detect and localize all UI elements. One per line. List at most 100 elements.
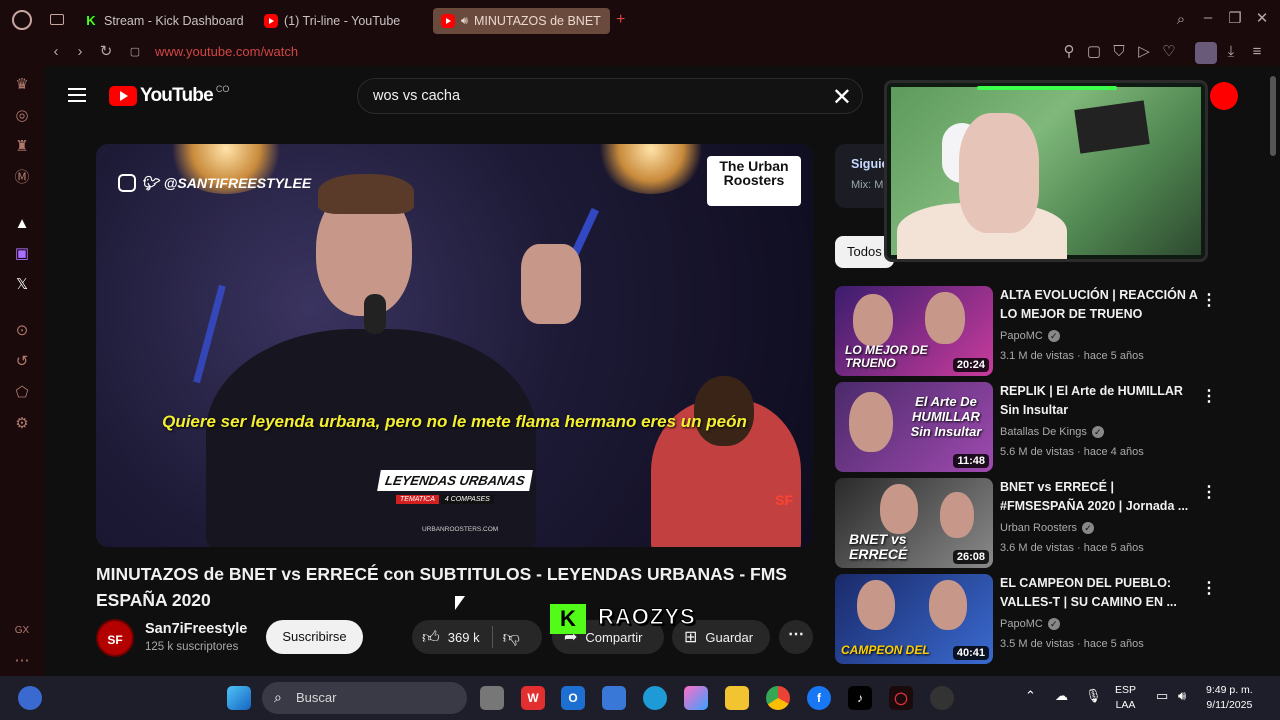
- copilot-icon[interactable]: [684, 686, 708, 710]
- send-icon[interactable]: ▷: [1135, 44, 1153, 60]
- search-tabs-icon[interactable]: ⌕: [1172, 12, 1190, 28]
- clock[interactable]: 9:49 p. m. 9/11/2025: [1206, 683, 1253, 713]
- obs-icon[interactable]: [930, 686, 954, 710]
- microphone: [364, 294, 386, 334]
- thumbnail[interactable]: BNET vs ERRECÉ 26:08: [835, 478, 993, 568]
- recommendation-item[interactable]: BNET vs ERRECÉ 26:08 BNET vs ERRECÉ | #F…: [835, 478, 1225, 568]
- new-tab-button[interactable]: +: [616, 11, 625, 29]
- outlook-icon[interactable]: O: [561, 686, 585, 710]
- language-indicator[interactable]: ESP LAA: [1115, 683, 1136, 713]
- heart-icon[interactable]: ♡: [1160, 44, 1178, 60]
- download-icon[interactable]: ⤓: [1222, 44, 1240, 60]
- back-icon[interactable]: ‹: [47, 44, 65, 60]
- video-player[interactable]: 🐦︎ @SANTIFREESTYLEE The Urban Roosters Q…: [96, 144, 813, 547]
- chrome-icon[interactable]: [766, 686, 790, 710]
- opera-logo-icon[interactable]: [12, 10, 32, 30]
- recommendation-channel[interactable]: PapoMC ✓: [1000, 618, 1060, 630]
- gx-icon[interactable]: GX: [13, 622, 31, 640]
- shield-icon[interactable]: ⛉: [1110, 44, 1128, 60]
- recommendation-channel[interactable]: Batallas De Kings ✓: [1000, 426, 1104, 438]
- youtube-logo[interactable]: YouTube CO: [109, 84, 229, 107]
- more-actions-button[interactable]: ⋯: [779, 620, 813, 654]
- thumbnail[interactable]: El Arte De HUMILLAR Sin Insultar 11:48: [835, 382, 993, 472]
- tray-chevron-icon[interactable]: ⌃: [1025, 688, 1036, 703]
- more-icon[interactable]: ⋯: [13, 652, 31, 670]
- recommendation-item[interactable]: CAMPEON DEL 40:41 EL CAMPEON DEL PUEBLO:…: [835, 574, 1225, 664]
- webcam-overlay: [884, 80, 1208, 262]
- file-explorer-icon[interactable]: [725, 686, 749, 710]
- save-icon: ⊞: [684, 629, 698, 646]
- start-icon[interactable]: [227, 686, 251, 710]
- kebab-menu-icon[interactable]: ⋮: [1201, 482, 1217, 502]
- tab-label: (1) Tri-line - YouTube: [284, 14, 401, 28]
- search-input[interactable]: wos vs cacha: [373, 88, 460, 104]
- maximize-icon[interactable]: ❐: [1226, 11, 1244, 27]
- duration-badge: 20:24: [952, 358, 989, 372]
- recommendation-item[interactable]: El Arte De HUMILLAR Sin Insultar 11:48 R…: [835, 382, 1225, 472]
- x-twitter-icon[interactable]: 𝕏: [13, 276, 31, 294]
- task-view-icon[interactable]: [480, 686, 504, 710]
- dislike-button[interactable]: 👎︎: [493, 627, 520, 648]
- taskbar-search[interactable]: ⌕ Buscar: [262, 682, 467, 714]
- tab-youtube-triline[interactable]: (1) Tri-line - YouTube: [256, 8, 426, 34]
- menu-icon[interactable]: ≡: [1248, 44, 1266, 60]
- cloud-icon[interactable]: ☁: [1055, 688, 1068, 703]
- recommendation-title[interactable]: REPLIK | El Arte de HUMILLAR Sin Insulta…: [1000, 382, 1200, 420]
- volume-icon[interactable]: 🔊︎: [1178, 688, 1186, 703]
- recommendation-channel[interactable]: Urban Roosters ✓: [1000, 522, 1095, 534]
- like-button[interactable]: 👍︎ 369 k: [412, 627, 480, 648]
- minimize-icon[interactable]: –: [1199, 10, 1217, 26]
- speaker-icon[interactable]: 🔊︎: [461, 15, 468, 28]
- extensions-icon[interactable]: ⬠: [13, 384, 31, 402]
- mic-icon[interactable]: 🎙︎: [1085, 688, 1102, 703]
- thumbnail[interactable]: CAMPEON DEL 40:41: [835, 574, 993, 664]
- tiktok-icon[interactable]: ♪: [848, 686, 872, 710]
- twitch-icon[interactable]: ▣: [13, 245, 31, 263]
- recommendation-meta: 3.6 M de vistas · hace 5 años: [1000, 542, 1144, 554]
- trophy-icon[interactable]: ♜: [13, 138, 31, 156]
- opera-gx-icon[interactable]: ◯: [889, 686, 913, 710]
- network-icon[interactable]: ▭: [1156, 688, 1168, 703]
- recommendation-title[interactable]: EL CAMPEON DEL PUEBLO: VALLES-T | SU CAM…: [1000, 574, 1200, 612]
- kebab-menu-icon[interactable]: ⋮: [1201, 578, 1217, 598]
- wps-icon[interactable]: W: [521, 686, 545, 710]
- channel-name[interactable]: San7iFreestyle: [145, 621, 247, 637]
- crown-icon[interactable]: ♛: [13, 76, 31, 94]
- tab-kick-dashboard[interactable]: K Stream - Kick Dashboard: [76, 8, 246, 34]
- edge-icon[interactable]: [643, 686, 667, 710]
- thumb-face: [857, 580, 895, 630]
- kebab-menu-icon[interactable]: ⋮: [1201, 290, 1217, 310]
- facebook-icon[interactable]: f: [807, 686, 831, 710]
- subscribe-button[interactable]: Suscribirse: [266, 620, 363, 654]
- recommendation-channel[interactable]: PapoMC ✓: [1000, 330, 1060, 342]
- clear-search-icon[interactable]: ✕: [832, 83, 852, 112]
- page-scrollbar[interactable]: [1270, 76, 1276, 156]
- profile-avatar[interactable]: [1195, 42, 1217, 64]
- recommendation-item[interactable]: LO MEJOR DE TRUENO 20:24 ALTA EVOLUCIÓN …: [835, 286, 1225, 376]
- snapshot-icon[interactable]: ▢: [1085, 44, 1103, 60]
- m-badge-icon[interactable]: Ⓜ: [13, 169, 31, 187]
- close-window-icon[interactable]: ✕: [1253, 11, 1271, 27]
- search-box[interactable]: wos vs cacha ✕: [357, 78, 863, 114]
- aria-icon[interactable]: ▲: [13, 215, 31, 233]
- channel-avatar[interactable]: SF: [96, 619, 134, 657]
- settings-icon[interactable]: ⚙: [13, 415, 31, 433]
- tab-minutazos[interactable]: 🔊︎ MINUTAZOS de BNET: [433, 8, 610, 34]
- reload-icon[interactable]: ↻: [97, 44, 115, 60]
- tab-switcher-icon[interactable]: [50, 14, 64, 25]
- kebab-menu-icon[interactable]: ⋮: [1201, 386, 1217, 406]
- recommendation-title[interactable]: ALTA EVOLUCIÓN | REACCIÓN A LO MEJOR DE …: [1000, 286, 1200, 324]
- weather-icon[interactable]: [18, 686, 42, 710]
- thumbnail[interactable]: LO MEJOR DE TRUENO 20:24: [835, 286, 993, 376]
- store-icon[interactable]: [602, 686, 626, 710]
- history-icon[interactable]: ↺: [13, 353, 31, 371]
- forward-icon[interactable]: ›: [71, 44, 89, 60]
- target-icon[interactable]: ◎: [13, 107, 31, 125]
- pin-icon[interactable]: ⚲: [1060, 44, 1078, 60]
- lock-icon[interactable]: ▢: [126, 44, 144, 60]
- hamburger-menu-icon[interactable]: [68, 88, 86, 102]
- url-field[interactable]: www.youtube.com/watch: [155, 44, 298, 59]
- corner-watermark: SF: [775, 492, 793, 508]
- player-icon[interactable]: ⊙: [13, 322, 31, 340]
- recommendation-title[interactable]: BNET vs ERRECÉ | #FMSESPAÑA 2020 | Jorna…: [1000, 478, 1200, 516]
